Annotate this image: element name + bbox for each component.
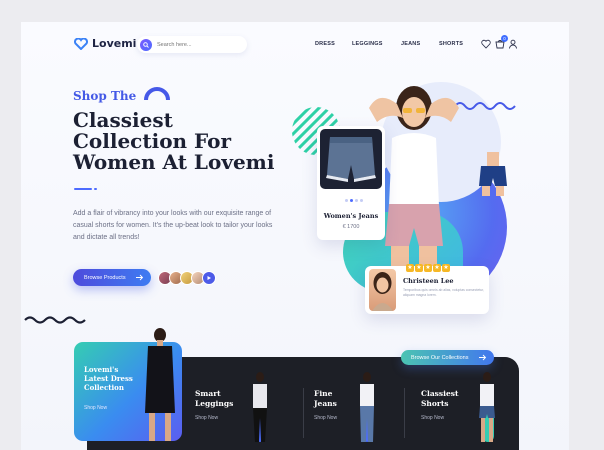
browse-collections-label: Browse Our Collections (411, 354, 469, 361)
arrow-right-icon (136, 274, 144, 281)
category-title-jeans[interactable]: Fine Jeans (314, 389, 350, 409)
category-title-leggings[interactable]: Smart Leggings (195, 389, 243, 409)
hero-description: Add a flair of vibrancy into your looks … (73, 210, 273, 241)
browse-collections-button[interactable]: Browse Our Collections (401, 350, 494, 365)
star-icon: ★ (433, 264, 441, 272)
nav-dress[interactable]: DRESS (315, 41, 335, 47)
search-bar[interactable] (137, 36, 247, 53)
headline-line-1: Classiest (73, 108, 173, 132)
leggings-shop-now-link[interactable]: Shop Now (195, 415, 218, 421)
shorts-model-image (479, 372, 495, 442)
arrow-right-icon (479, 354, 487, 361)
headline-underline (74, 188, 92, 190)
nav-leggings[interactable]: LEGGINGS (352, 41, 383, 47)
review-text: Temporibus quis omnis ab alias, voluptas… (403, 288, 485, 297)
leggings-model-image (253, 372, 267, 442)
shorts-shop-now-link[interactable]: Shop Now (421, 415, 444, 421)
wave-decoration-left (24, 316, 86, 324)
reviewer-name: Christeen Lee (403, 277, 454, 285)
browse-products-label: Browse Products (84, 274, 126, 281)
play-icon[interactable] (202, 271, 216, 285)
wishlist-heart-icon[interactable] (481, 39, 491, 49)
star-icon: ★ (424, 264, 432, 272)
rating-stars: ★ ★ ★ ★ ★ (406, 264, 450, 272)
category-divider (404, 388, 405, 438)
product-price: € 1700 (342, 224, 360, 230)
category-title-shorts[interactable]: Classiest Shorts (421, 389, 467, 409)
customer-avatars (158, 271, 216, 285)
nav-jeans[interactable]: JEANS (401, 41, 420, 47)
jeans-shop-now-link[interactable]: Shop Now (314, 415, 337, 421)
browse-products-button[interactable]: Browse Products (73, 269, 151, 286)
hero-headline: Classiest Collection For Women At Lovemi (73, 110, 303, 173)
user-icon[interactable] (508, 39, 518, 49)
brand-name: Lovemi (92, 37, 137, 50)
search-icon[interactable] (140, 38, 152, 51)
star-icon: ★ (415, 264, 423, 272)
heart-logo-icon (74, 37, 88, 50)
hero-eyebrow: Shop The (73, 89, 137, 103)
star-icon: ★ (442, 264, 450, 272)
product-card[interactable]: Women's Jeans € 1700 (317, 126, 385, 240)
star-icon: ★ (406, 264, 414, 272)
arc-decoration (144, 87, 170, 101)
carousel-dots[interactable] (345, 199, 363, 202)
nav-shorts[interactable]: SHORTS (439, 41, 463, 47)
product-name: Women's Jeans (323, 212, 379, 220)
jeans-model-image (360, 372, 374, 442)
headline-underline-dot (94, 188, 97, 190)
featured-shop-now-link[interactable]: Shop Now (84, 405, 107, 411)
product-image (320, 129, 382, 189)
headline-line-3: Women At Lovemi (73, 150, 275, 174)
landing-page: Lovemi DRESS LEGGINGS JEANS SHORTS 0 Sho… (21, 22, 569, 450)
featured-title: Lovemi's Latest Dress Collection (84, 365, 133, 392)
headline-line-2: Collection For (73, 129, 232, 153)
reviewer-photo (369, 269, 396, 311)
cart-count-badge: 0 (501, 35, 508, 42)
category-divider (303, 388, 304, 438)
shorts-floating-image (479, 152, 507, 196)
dress-model-image (145, 328, 175, 441)
review-card: ★ ★ ★ ★ ★ Christeen Lee Temporibus quis … (365, 264, 489, 314)
search-input[interactable] (157, 41, 242, 48)
brand-logo[interactable]: Lovemi (74, 37, 136, 50)
